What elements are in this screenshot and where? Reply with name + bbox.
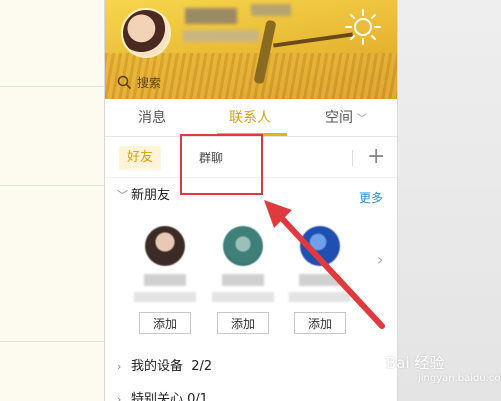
group-count: 0/1 [187, 392, 209, 401]
friend-name-blurred [222, 274, 264, 286]
chat-window-background [0, 0, 104, 401]
weather-sun-icon[interactable] [343, 7, 383, 47]
friend-name-blurred [144, 274, 186, 286]
divider [352, 150, 353, 166]
add-friend-button[interactable]: 添加 [294, 312, 346, 334]
watermark-url: jingyan.baidu.com [418, 373, 501, 384]
group-label: 特别关心 [131, 392, 184, 401]
desktop-background [398, 0, 501, 401]
friend-avatar[interactable] [145, 226, 185, 266]
group-count: 2/2 [191, 359, 213, 374]
search-box[interactable]: 搜索 [117, 72, 161, 92]
tab-messages[interactable]: 消息 [138, 99, 166, 137]
divider [0, 86, 104, 87]
signature-blurred [183, 30, 259, 42]
nickname-blurred [185, 8, 237, 24]
friend-suggestion: 添加 [128, 226, 202, 334]
tab-space[interactable]: 空间 ﹀ [325, 99, 367, 137]
friend-info-blurred [212, 292, 274, 302]
search-icon [117, 75, 131, 89]
divider [0, 341, 104, 342]
add-contact-button[interactable]: + [367, 145, 385, 169]
chevron-down-icon: ﹀ [357, 114, 367, 125]
friend-suggestion: 添加 [283, 226, 357, 334]
new-friends-header[interactable]: ﹀ 新朋友 [117, 186, 170, 206]
group-label: 我的设备 [131, 359, 184, 374]
group-special-care[interactable]: › 特别关心 0/1 [117, 390, 208, 401]
friend-name-blurred [299, 274, 341, 286]
friend-suggestion: 添加 [206, 226, 280, 334]
search-placeholder: 搜索 [137, 75, 162, 90]
qq-main-panel: 搜索 消息 联系人 空间 ﹀ 好友 群聊 + ﹀ 新朋友 更多 添加 添加 添加 ›… [104, 0, 398, 401]
group-my-devices[interactable]: › 我的设备 2/2 [117, 357, 212, 377]
status-blurred [251, 4, 291, 16]
chevron-right-icon: › [117, 393, 122, 401]
more-link[interactable]: 更多 [359, 189, 383, 206]
friend-avatar[interactable] [300, 226, 340, 266]
new-friends-title: 新朋友 [131, 188, 171, 203]
friend-info-blurred [289, 292, 351, 302]
tab-space-label: 空间 [325, 110, 353, 126]
chevron-right-icon[interactable]: › [377, 250, 383, 269]
add-friend-button[interactable]: 添加 [217, 312, 269, 334]
tab-contacts[interactable]: 联系人 [229, 99, 271, 137]
friend-info-blurred [134, 292, 196, 302]
user-avatar[interactable] [121, 8, 171, 58]
profile-header: 搜索 [105, 0, 397, 99]
chevron-right-icon: › [117, 360, 122, 373]
watermark-logo: Bai 经验 [386, 354, 445, 372]
header-decoration [273, 32, 353, 48]
add-friend-button[interactable]: 添加 [139, 312, 191, 334]
friend-avatar[interactable] [223, 226, 263, 266]
chevron-down-icon: ﹀ [117, 189, 128, 202]
main-tabs: 消息 联系人 空间 ﹀ [105, 99, 397, 137]
divider [0, 185, 104, 186]
highlight-box [180, 134, 263, 195]
subtab-friends[interactable]: 好友 [119, 146, 161, 170]
